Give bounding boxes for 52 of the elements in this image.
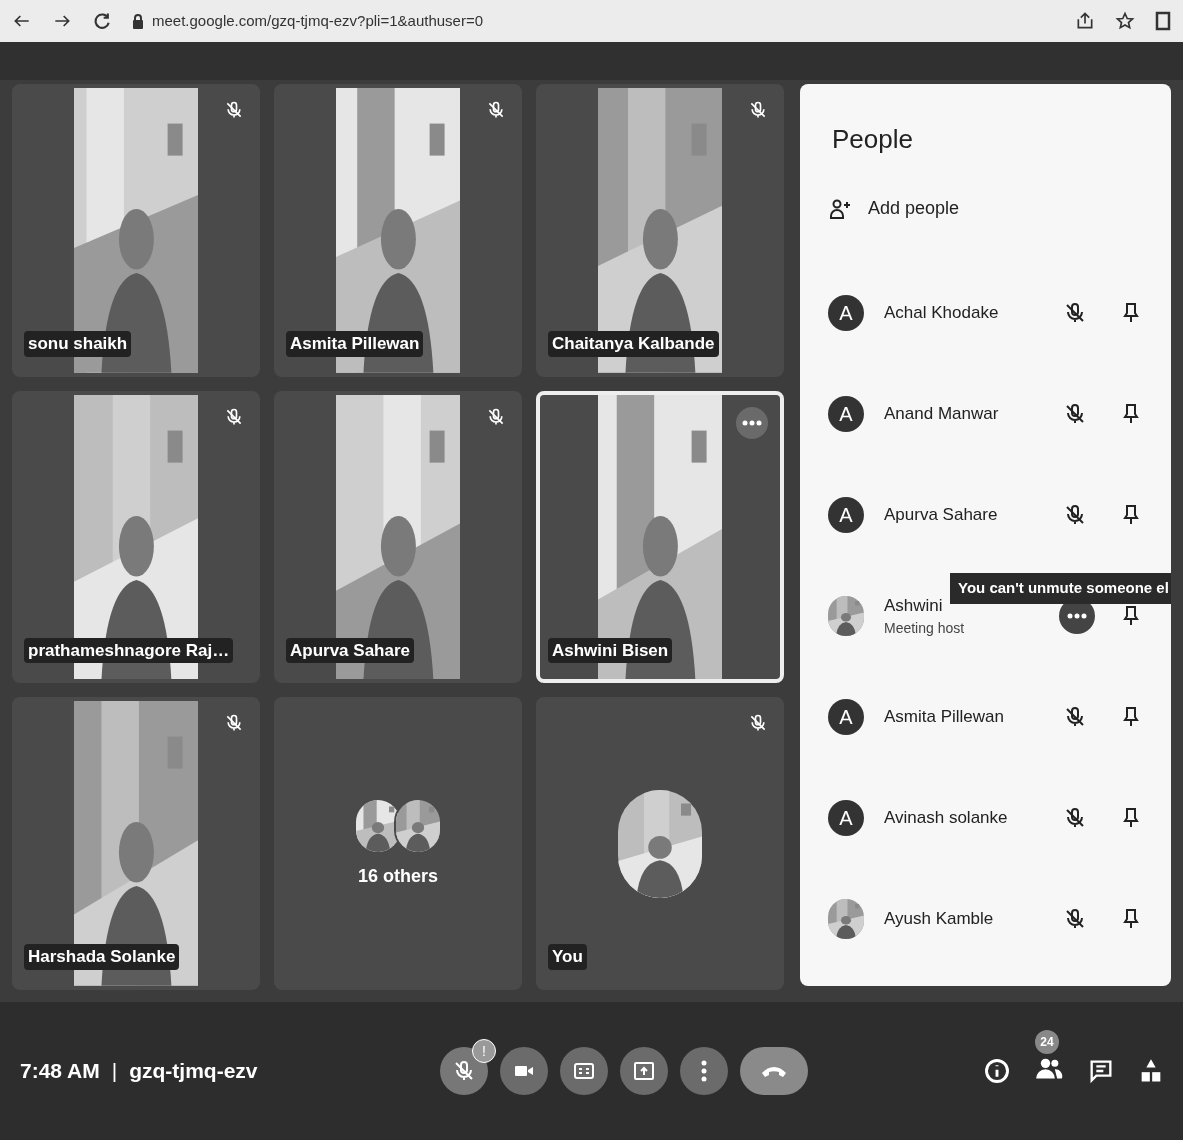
microphone-button[interactable] bbox=[440, 1047, 488, 1095]
activities-button[interactable] bbox=[1139, 1057, 1163, 1085]
avatar: A bbox=[828, 799, 864, 836]
person-name: Avinash solanke bbox=[884, 806, 1009, 829]
separator: | bbox=[111, 1058, 118, 1085]
avatar: A bbox=[828, 496, 864, 533]
end-call-button[interactable] bbox=[740, 1047, 808, 1095]
info-button[interactable] bbox=[983, 1057, 1011, 1085]
present-icon bbox=[632, 1059, 656, 1083]
present-button[interactable] bbox=[620, 1047, 668, 1095]
avatar: A bbox=[828, 698, 864, 735]
more-options-button[interactable] bbox=[736, 406, 768, 439]
avatar: A bbox=[828, 294, 864, 331]
person-name: Ashwini bbox=[884, 594, 944, 617]
info-icon bbox=[983, 1057, 1011, 1085]
lock-icon bbox=[132, 13, 144, 29]
participant-name: 16 others bbox=[357, 864, 438, 888]
participant-name: sonu shaikh bbox=[24, 331, 132, 357]
participant-name: Harshada Solanke bbox=[24, 944, 180, 970]
participant-name: Apurva Sahare bbox=[286, 637, 414, 664]
more-icon bbox=[742, 418, 762, 427]
participant-name: Chaitanya Kalbande bbox=[548, 331, 719, 357]
tooltip: You can't unmute someone el bbox=[950, 573, 1171, 604]
avatar: A bbox=[828, 395, 864, 432]
participant-count: 24 bbox=[1035, 1029, 1059, 1054]
more-options-button[interactable] bbox=[680, 1047, 728, 1095]
address-bar[interactable]: meet.google.com/gzq-tjmq-ezv?pli=1&authuser=0 bbox=[132, 9, 1055, 33]
star-icon bbox=[1115, 11, 1135, 31]
person-name: Achal Khodake bbox=[884, 301, 1000, 324]
person-name: Anand Manwar bbox=[884, 402, 1000, 425]
person-name: Ayush Kamble bbox=[884, 907, 995, 930]
participant-name: prathameshnagore Raj… bbox=[24, 637, 234, 664]
captions-button[interactable] bbox=[560, 1047, 608, 1095]
participant-name: You bbox=[548, 944, 587, 970]
meeting-code: gzq-tjmq-ezv bbox=[129, 1058, 258, 1085]
shapes-icon bbox=[1139, 1057, 1163, 1085]
reload-icon bbox=[92, 11, 112, 31]
more-icon bbox=[1067, 611, 1087, 620]
person-name: Asmita Pillewan bbox=[884, 705, 1005, 728]
participant-name: Asmita Pillewan bbox=[286, 331, 424, 357]
sidebar-icon bbox=[1155, 11, 1171, 31]
share-icon bbox=[1075, 11, 1095, 31]
participant-name: Ashwini Bisen bbox=[548, 637, 673, 664]
person-name: Apurva Sahare bbox=[884, 503, 999, 526]
panel-title: People bbox=[832, 123, 914, 156]
more-vertical-icon bbox=[700, 1059, 708, 1083]
person-role: Meeting host bbox=[884, 619, 966, 639]
camera-button[interactable] bbox=[500, 1047, 548, 1095]
reload-button[interactable] bbox=[92, 11, 112, 31]
alert-badge: ! bbox=[472, 1039, 496, 1063]
meeting-time: 7:48 AM bbox=[20, 1058, 100, 1085]
add-people-button[interactable]: Add people bbox=[828, 195, 960, 222]
